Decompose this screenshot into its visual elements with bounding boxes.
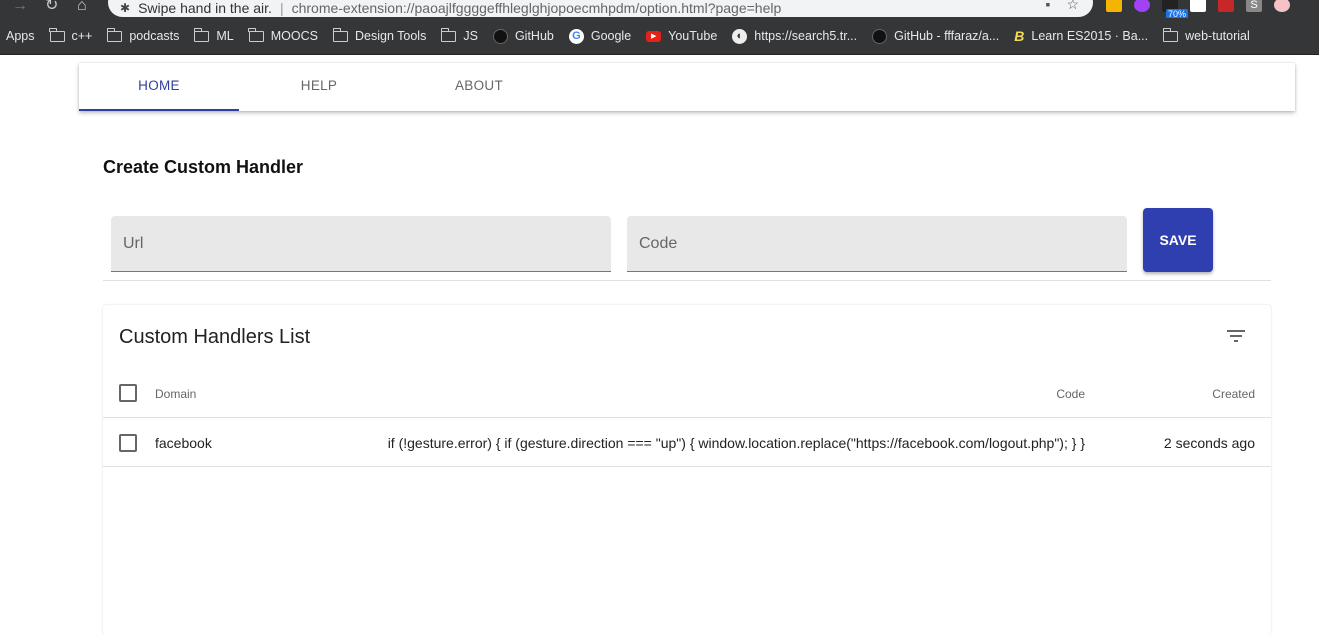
extensions-tray: S (1106, 0, 1290, 12)
row-domain: facebook (155, 435, 212, 451)
bookmark-folder[interactable]: Design Tools (332, 27, 427, 43)
form-divider (103, 280, 1271, 281)
bookmark-label: Design Tools (355, 29, 427, 43)
tab-home[interactable]: HOME (79, 63, 239, 111)
folder-icon (332, 27, 348, 42)
bookmark-label: c++ (71, 29, 93, 43)
babel-icon: B (1014, 28, 1025, 44)
url-field[interactable] (111, 216, 611, 272)
page-title-chip: Swipe hand in the air. (138, 0, 272, 16)
folder-icon (248, 27, 264, 42)
address-separator: | (279, 0, 284, 16)
browser-toolbar: → ↻ ⌂ ✱ Swipe hand in the air. | chrome-… (0, 0, 1319, 19)
folder-icon (440, 27, 457, 42)
bookmark-label: JS (463, 29, 478, 43)
filter-list-icon[interactable] (1227, 329, 1249, 345)
bookmark-link[interactable]: GitHub - fffaraz/a... (872, 28, 1000, 44)
folder-icon (106, 27, 123, 42)
reload-icon[interactable]: ↻ (45, 0, 58, 15)
bookmark-label: GitHub (514, 29, 554, 43)
google-icon: G (568, 28, 584, 44)
url-text[interactable]: chrome-extension://paoajlfggggeffhleglgh… (292, 0, 782, 16)
extension-icon[interactable]: S (1246, 0, 1262, 12)
bookmark-folder[interactable]: c++ (49, 27, 93, 43)
github-icon (872, 28, 888, 44)
bookmark-link[interactable]: ◐ https://search5.tr... (732, 28, 858, 44)
bookmark-label: https://search5.tr... (754, 29, 858, 43)
bookmark-label: Apps (6, 29, 35, 43)
column-header-domain[interactable]: Domain (155, 387, 196, 401)
row-created: 2 seconds ago (1163, 435, 1255, 451)
bookmark-label: MOOCS (270, 29, 318, 43)
row-code: if (!gesture.error) { if (gesture.direct… (387, 435, 1085, 451)
code-input[interactable] (627, 216, 1127, 271)
bookmark-label: GitHub - fffaraz/a... (894, 29, 1000, 43)
forward-icon[interactable]: → (12, 0, 28, 15)
extension-icon[interactable] (1218, 0, 1234, 12)
extension-puzzle-icon: ✱ (120, 0, 131, 15)
extension-icon[interactable] (1106, 0, 1122, 12)
bookmark-folder[interactable]: podcasts (106, 27, 180, 43)
column-header-created[interactable]: Created (1212, 387, 1255, 401)
table-row[interactable]: facebook if (!gesture.error) { if (gestu… (103, 419, 1271, 467)
bookmark-label: Learn ES2015 · Ba... (1031, 29, 1149, 43)
bookmark-apps[interactable]: Apps (6, 29, 35, 43)
bookmark-label: Google (590, 29, 632, 43)
youtube-icon: ▶ (646, 30, 662, 42)
select-all-checkbox[interactable] (119, 384, 137, 402)
bookmark-link[interactable]: B Learn ES2015 · Ba... (1014, 28, 1148, 44)
blocked-popup-icon[interactable]: ▪ (1045, 0, 1050, 13)
bookmark-link[interactable]: G Google (568, 28, 632, 44)
bookmark-folder[interactable]: MOOCS (248, 27, 318, 43)
folder-icon (193, 27, 210, 42)
column-header-code[interactable]: Code (1056, 387, 1085, 401)
handlers-list-card: Custom Handlers List Domain Code Created… (103, 305, 1271, 635)
extension-icon[interactable] (1190, 0, 1206, 12)
bookmark-label: YouTube (668, 29, 718, 43)
tab-help[interactable]: HELP (239, 63, 399, 111)
extension-icon[interactable] (1134, 0, 1150, 12)
row-checkbox[interactable] (119, 434, 137, 452)
bookmark-folder[interactable]: ML (193, 27, 234, 43)
bookmark-link[interactable]: ▶ YouTube (646, 29, 717, 43)
address-bar[interactable]: ✱ Swipe hand in the air. | chrome-extens… (108, 0, 1093, 17)
bookmark-label: ML (216, 29, 234, 43)
bookmark-folder[interactable]: JS (440, 27, 478, 43)
bookmark-label: podcasts (129, 29, 180, 43)
folder-icon (49, 27, 65, 42)
github-icon (492, 28, 508, 44)
table-header-row: Domain Code Created (103, 370, 1271, 418)
globe-icon: ◐ (732, 28, 748, 44)
create-handler-title: Create Custom Handler (103, 157, 304, 177)
app-tabs: HOME HELP ABOUT (79, 63, 1295, 111)
bookmark-link[interactable]: GitHub (492, 28, 554, 44)
profile-avatar[interactable] (1274, 0, 1290, 12)
bookmark-star-icon[interactable]: ☆ (1066, 0, 1079, 13)
bookmark-folder[interactable]: web-tutorial (1162, 27, 1250, 43)
bookmark-label: web-tutorial (1185, 29, 1250, 43)
handlers-list-title: Custom Handlers List (119, 326, 311, 348)
folder-icon (1162, 27, 1179, 42)
url-input[interactable] (111, 216, 611, 271)
save-button[interactable]: SAVE (1143, 208, 1213, 272)
bookmarks-bar: Apps c++ podcasts ML MOOCS Design Tools … (0, 18, 1319, 55)
tab-about[interactable]: ABOUT (399, 63, 559, 111)
home-icon[interactable]: ⌂ (77, 0, 87, 15)
code-field[interactable] (627, 216, 1127, 272)
